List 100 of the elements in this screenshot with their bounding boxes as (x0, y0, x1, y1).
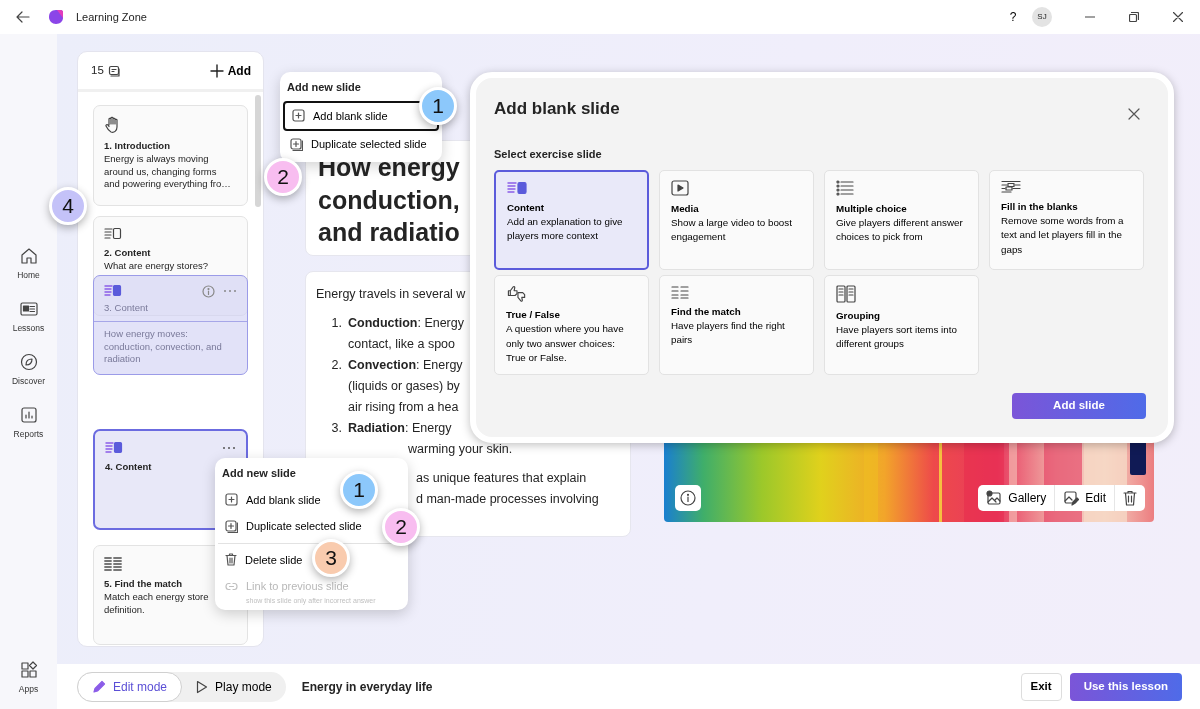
use-lesson-button[interactable]: Use this lesson (1069, 672, 1182, 701)
image-edit-icon (1063, 490, 1080, 506)
exercise-option[interactable]: Fill in the blanks Remove some words from a text and let players fill in the gaps (989, 170, 1144, 270)
plus-icon (209, 63, 224, 78)
option-title: Grouping (836, 309, 881, 323)
list-number: 2. (330, 357, 343, 374)
add-slide-button[interactable]: Add slide (1012, 393, 1146, 419)
play-icon (671, 180, 689, 196)
slide-heading: conduction, (318, 184, 460, 216)
duplicate-icon (225, 519, 238, 533)
slide-text: around us, changing forms (104, 165, 217, 179)
exit-button[interactable]: Exit (1020, 672, 1062, 701)
home-icon (18, 246, 39, 267)
info-button[interactable] (675, 485, 701, 511)
list-text: Convection: Energy (348, 357, 463, 374)
slide-card[interactable]: 1. Introduction Energy is always moving around us, changing forms and powering everything fro… (93, 105, 248, 206)
nav-item[interactable]: Apps (3, 653, 54, 703)
image-icon (986, 490, 1003, 506)
plus-square-icon (292, 109, 305, 123)
slide-heading: and radiatio (318, 217, 460, 248)
trash-icon (1123, 490, 1137, 506)
content-slide-icon (507, 181, 529, 195)
exercise-option[interactable]: Media Show a large video to boost engagement (659, 170, 814, 270)
columns-list-icon (104, 556, 122, 572)
info-icon (680, 490, 696, 506)
slide-title: 5. Find the match (104, 578, 183, 591)
compass-icon (18, 352, 39, 373)
plus-square-icon (225, 493, 238, 507)
back-icon (16, 11, 30, 23)
info-icon[interactable] (202, 284, 215, 298)
duplicate-icon (290, 137, 303, 151)
slide-text: and powering everything fro… (104, 178, 231, 192)
slide-title: 2. Content (104, 247, 151, 260)
section-label: Select exercise slide (494, 146, 602, 162)
exercise-option[interactable]: Find the match Have players find the right pairs (659, 275, 814, 375)
option-text: Remove some words from a text and let players fill in the gaps (1001, 214, 1125, 257)
restore-icon (1129, 12, 1139, 22)
close-icon (1173, 12, 1183, 22)
nav-item[interactable]: Discover (3, 345, 54, 395)
body-text: Energy travels in several w (316, 286, 466, 303)
exercise-option[interactable]: Multiple choice Give players different answer choices to pick from (824, 170, 979, 270)
list-text: Radiation: Energy (348, 420, 452, 437)
option-text: Have players find the right pairs (671, 319, 786, 348)
mode-tab[interactable]: Play mode (182, 671, 286, 702)
chart-icon (18, 405, 39, 426)
exercise-option[interactable]: Content Add an explanation to give players more context (494, 170, 649, 270)
menu-item[interactable]: Duplicate selected slide (283, 131, 434, 158)
body-text: d man-made processes involving (416, 491, 599, 508)
option-title: Find the match (671, 305, 741, 319)
link-icon (225, 581, 238, 591)
logo-icon (48, 9, 64, 25)
slide-text: Match each energy store (104, 590, 209, 604)
thumbs-icon (506, 285, 528, 303)
slide-text: definition. (104, 603, 145, 617)
fill-blanks-icon (1001, 180, 1021, 194)
exercise-option[interactable]: True / False A question where you have only two answer choices: True or False. (494, 275, 649, 375)
mode-tab[interactable]: Edit mode (77, 671, 183, 702)
option-title: Multiple choice (836, 202, 907, 216)
user-avatar[interactable]: SJ (1032, 7, 1052, 27)
help-button[interactable]: ? (998, 0, 1028, 34)
more-icon[interactable] (223, 289, 237, 293)
menu-heading: Add new slide (286, 80, 362, 95)
list-icon (836, 180, 854, 196)
option-title: Media (671, 202, 699, 216)
nav-item[interactable]: Reports (3, 398, 54, 448)
slide-text: Energy is always moving (104, 152, 209, 166)
edit-button[interactable]: Edit (1054, 485, 1114, 511)
apps-icon (18, 660, 39, 681)
content-slide-icon (104, 284, 122, 298)
option-text: Have players sort items into different groups (836, 323, 958, 352)
option-text: A question where you have only two answer choices: True or False. (506, 322, 625, 365)
slides-icon (107, 64, 120, 77)
list-text: (liquids or gases) by (348, 378, 460, 395)
nav-item[interactable]: Lessons (3, 292, 54, 342)
list-text: Conduction: Energy (348, 315, 464, 332)
option-text: Give players different answer choices to pick from (836, 216, 964, 245)
play-icon (196, 679, 209, 694)
add-slide-button[interactable]: Add (209, 61, 251, 80)
app-title: Learning Zone (76, 9, 147, 25)
list-text: warming your skin. (407, 441, 513, 458)
slide-title: 4. Content (105, 461, 152, 474)
exercise-option[interactable]: Grouping Have players sort items into different groups (824, 275, 979, 375)
lesson-title: Energy in everyday life (301, 678, 433, 696)
gallery-button[interactable]: Gallery (978, 485, 1055, 511)
trash-icon (225, 553, 237, 567)
body-text: as unique features that explain (416, 470, 587, 487)
nav-item[interactable]: Home (3, 239, 54, 289)
option-title: Fill in the blanks (1001, 200, 1078, 214)
hand-icon (104, 116, 120, 134)
more-icon[interactable] (222, 446, 236, 450)
content-slide-icon (104, 227, 122, 241)
list-number: 3. (330, 420, 343, 437)
option-title: Content (507, 201, 544, 215)
list-number: 1. (330, 315, 343, 332)
slide-title: 1. Introduction (104, 140, 170, 153)
content-slide-icon (105, 441, 123, 455)
close-icon (1128, 107, 1140, 120)
list-text: contact, like a spoo (348, 336, 455, 353)
pencil-icon (92, 679, 106, 694)
slide-text: How energy moves: (104, 327, 189, 341)
